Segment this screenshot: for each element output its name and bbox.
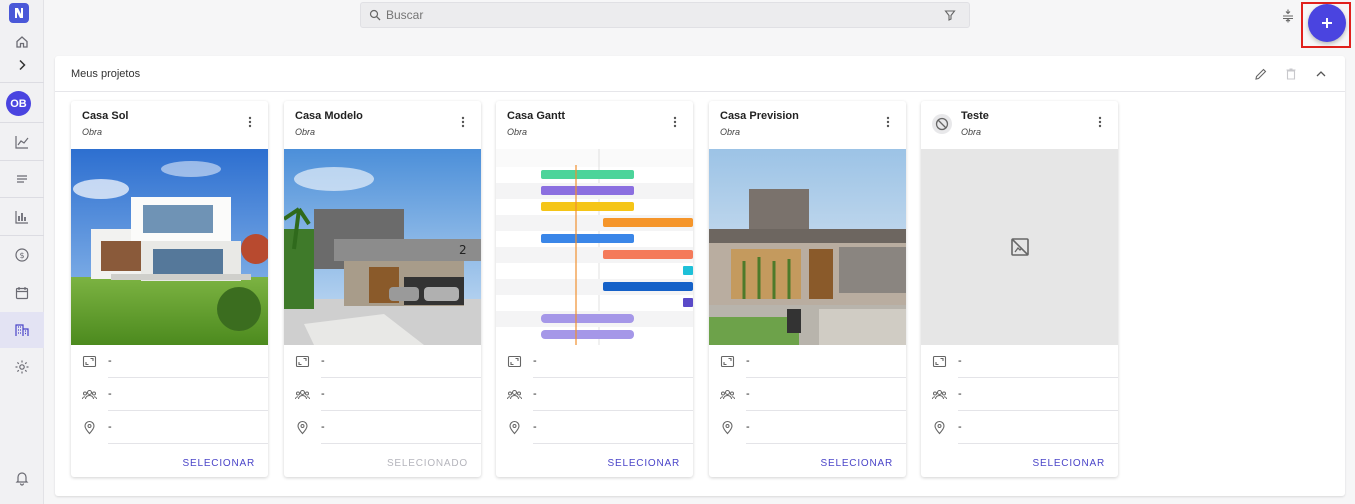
buildings-icon[interactable]: [0, 312, 44, 348]
svg-text:2: 2: [459, 243, 467, 257]
project-image: [709, 149, 906, 345]
collapse-icon[interactable]: [1313, 66, 1329, 82]
app-logo[interactable]: [9, 3, 29, 23]
area-value: -: [746, 355, 750, 367]
team-icon: [932, 387, 947, 402]
project-card[interactable]: Casa Prevision Obra - - - SELECIONAR: [709, 101, 906, 477]
project-image: 2: [284, 149, 481, 345]
search-icon: [369, 9, 381, 21]
location-icon: [720, 420, 735, 435]
calendar-icon[interactable]: [0, 279, 44, 307]
more-vert-icon[interactable]: [456, 114, 470, 130]
area-value: -: [321, 355, 325, 367]
location-icon: [295, 420, 310, 435]
location-value: -: [533, 421, 537, 433]
image-not-supported-icon: [1010, 238, 1029, 256]
area-value: -: [958, 355, 962, 367]
svg-text:$: $: [19, 251, 24, 260]
more-vert-icon[interactable]: [243, 114, 257, 130]
trend-icon[interactable]: [0, 128, 44, 156]
bar-chart-icon[interactable]: [0, 203, 44, 231]
team-value: -: [958, 388, 962, 400]
chevron-right-icon[interactable]: [0, 51, 44, 79]
density-icon[interactable]: [1280, 8, 1296, 24]
project-card[interactable]: Casa Modelo Obra 2 - - - SELECIONADO: [284, 101, 481, 477]
search-bar: [360, 2, 970, 28]
bell-icon[interactable]: [0, 464, 44, 492]
select-button[interactable]: SELECIONAR: [821, 458, 893, 469]
plus-icon: [1322, 18, 1332, 28]
select-button[interactable]: SELECIONAR: [183, 458, 255, 469]
card-title: Casa Modelo: [295, 110, 363, 122]
location-value: -: [108, 421, 112, 433]
select-button[interactable]: SELECIONAR: [1033, 458, 1105, 469]
panel-header: Meus projetos: [55, 56, 1345, 92]
card-title: Casa Sol: [82, 110, 129, 122]
more-vert-icon[interactable]: [1093, 114, 1107, 130]
area-value: -: [108, 355, 112, 367]
card-title: Casa Gantt: [507, 110, 566, 122]
location-icon: [507, 420, 522, 435]
card-title: Casa Prevision: [720, 110, 799, 122]
edit-icon[interactable]: [1253, 66, 1269, 82]
no-image-placeholder: [921, 149, 1118, 345]
card-subtitle: Obra: [507, 127, 528, 137]
panel-title: Meus projetos: [71, 67, 141, 80]
location-value: -: [958, 421, 962, 433]
project-card[interactable]: Teste Obra - - - SELECIONAR: [921, 101, 1118, 477]
search-input[interactable]: [386, 8, 939, 22]
project-card[interactable]: Casa Sol Obra - - - SELECIONAR: [71, 101, 268, 477]
location-icon: [932, 420, 947, 435]
location-icon: [82, 420, 97, 435]
avatar[interactable]: OB: [6, 91, 31, 116]
team-value: -: [746, 388, 750, 400]
card-subtitle: Obra: [961, 127, 982, 137]
team-value: -: [108, 388, 112, 400]
list-icon[interactable]: [0, 165, 44, 193]
team-value: -: [321, 388, 325, 400]
team-value: -: [533, 388, 537, 400]
location-value: -: [321, 421, 325, 433]
selected-button: SELECIONADO: [386, 458, 468, 469]
team-icon: [720, 387, 735, 402]
location-value: -: [746, 421, 750, 433]
delete-icon[interactable]: [1283, 66, 1299, 82]
card-subtitle: Obra: [295, 127, 316, 137]
area-icon: [932, 354, 947, 369]
area-value: -: [533, 355, 537, 367]
add-project-button[interactable]: [1308, 4, 1346, 42]
card-subtitle: Obra: [720, 127, 741, 137]
sidebar: OB $: [0, 0, 44, 504]
area-icon: [507, 354, 522, 369]
select-button[interactable]: SELECIONAR: [608, 458, 680, 469]
more-vert-icon[interactable]: [668, 114, 682, 130]
team-icon: [295, 387, 310, 402]
more-vert-icon[interactable]: [881, 114, 895, 130]
projects-panel: Meus projetos Casa Sol Obra - - - SELECI…: [55, 56, 1345, 496]
blocked-icon: [932, 114, 952, 134]
project-card[interactable]: Casa Gantt Obra - - - SELECIONAR: [496, 101, 693, 477]
team-icon: [82, 387, 97, 402]
filter-icon[interactable]: [939, 9, 961, 21]
dollar-icon[interactable]: $: [0, 241, 44, 269]
project-image: [71, 149, 268, 345]
card-subtitle: Obra: [82, 127, 103, 137]
area-icon: [295, 354, 310, 369]
area-icon: [82, 354, 97, 369]
gear-icon[interactable]: [0, 353, 44, 381]
area-icon: [720, 354, 735, 369]
team-icon: [507, 387, 522, 402]
project-image: [496, 149, 693, 345]
card-title: Teste: [961, 110, 989, 122]
